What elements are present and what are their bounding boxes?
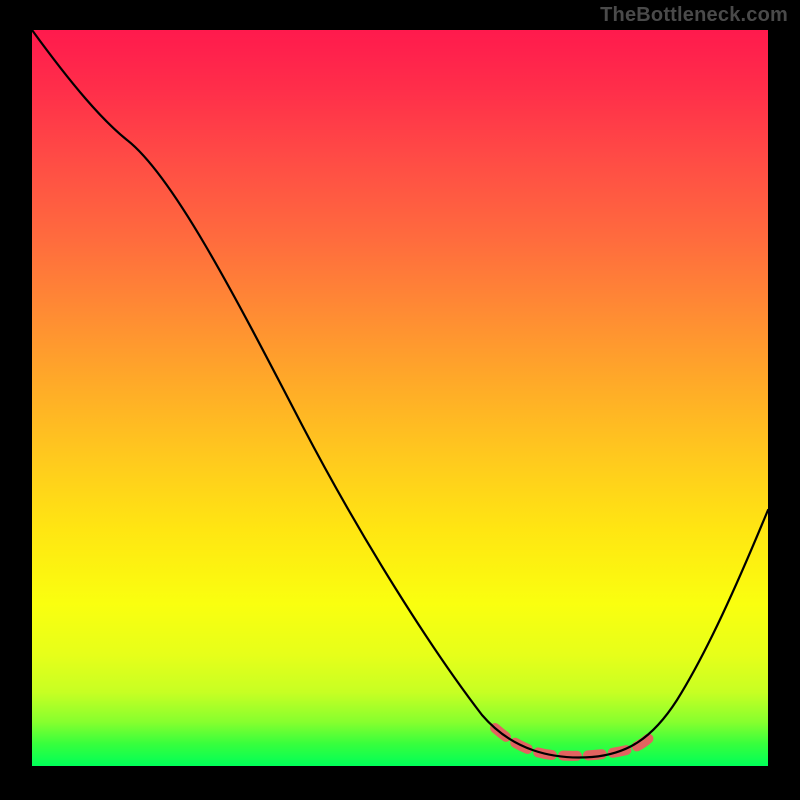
curve-svg [32, 30, 768, 766]
bottleneck-curve [32, 30, 768, 758]
chart-container: TheBottleneck.com [0, 0, 800, 800]
plot-area [32, 30, 768, 766]
highlight-segment [495, 728, 652, 756]
watermark-text: TheBottleneck.com [600, 4, 788, 27]
